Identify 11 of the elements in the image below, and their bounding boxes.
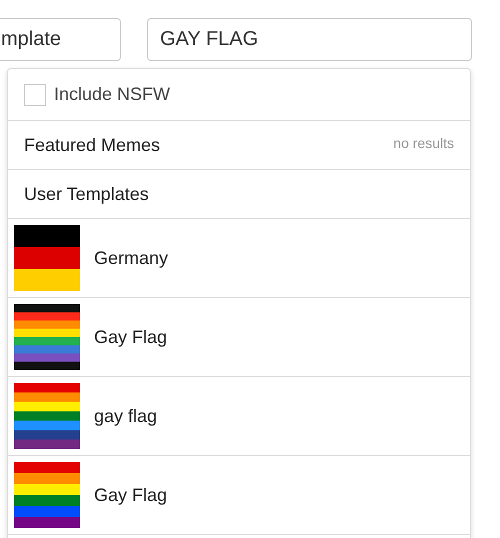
result-item[interactable]: Gay Flag [8, 456, 470, 535]
result-item[interactable]: Gay Flag [8, 298, 470, 377]
result-item[interactable]: gay flag [8, 377, 470, 456]
result-count: no results [393, 135, 454, 151]
section-heading: Featured Memes [24, 134, 160, 156]
search-field[interactable]: GAY FLAG [147, 18, 472, 61]
search-field[interactable]: mplate [0, 18, 121, 61]
checkbox-label[interactable]: Include NSFW [54, 84, 170, 105]
section-heading: User Templates [24, 184, 149, 204]
checkbox[interactable] [24, 84, 46, 106]
result-item[interactable]: Germany [8, 219, 470, 298]
